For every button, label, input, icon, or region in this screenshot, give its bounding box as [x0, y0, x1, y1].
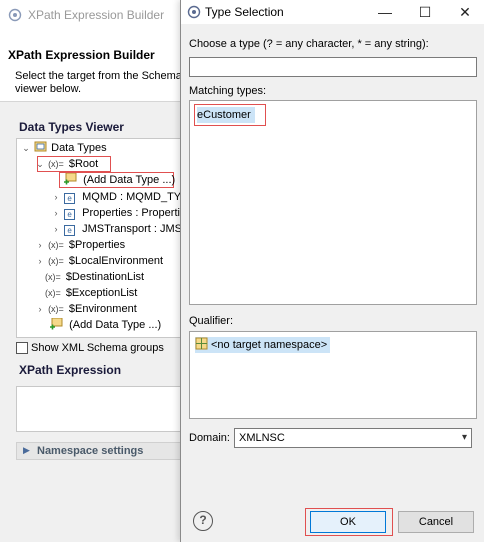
namespace-settings-label: Namespace settings	[37, 445, 144, 457]
chevron-right-icon[interactable]: ›	[35, 237, 45, 253]
add-data-type-icon	[64, 172, 77, 185]
chevron-right-icon[interactable]: ›	[51, 189, 61, 205]
domain-select[interactable]: XMLNSC ▾	[234, 428, 472, 448]
data-types-tree[interactable]: ⌄ Data Types ⌄ (x)= $Root (Add Data Type…	[16, 138, 190, 338]
minimize-button[interactable]: —	[365, 0, 405, 24]
filter-label: Choose a type (? = any character, * = an…	[189, 38, 429, 50]
builder-header-description: Select the target from the Schema viewer…	[15, 70, 182, 95]
chevron-right-icon[interactable]: ›	[35, 301, 45, 317]
variable-icon: (x)=	[48, 304, 64, 314]
maximize-button[interactable]: ☐	[405, 0, 445, 24]
domain-select-value: XMLNSC	[239, 432, 285, 444]
tree-node-local-environment[interactable]: › (x)= $LocalEnvironment	[35, 253, 164, 269]
chevron-right-icon[interactable]: ›	[51, 221, 61, 237]
variable-icon: (x)=	[45, 272, 61, 282]
xpath-expression-title: XPath Expression	[19, 363, 122, 377]
chevron-right-icon: ▶	[23, 445, 30, 455]
type-filter-input[interactable]	[189, 57, 477, 77]
xpath-expression-field[interactable]	[16, 386, 190, 432]
close-button[interactable]: ✕	[445, 0, 484, 24]
tree-node-properties[interactable]: › e Properties : Propertie	[51, 205, 186, 221]
tree-node-add-data-type-2[interactable]: (Add Data Type ...)	[49, 317, 161, 333]
tree-label: $ExceptionList	[65, 287, 138, 299]
list-item-no-target-namespace[interactable]: <no target namespace>	[195, 337, 331, 353]
show-xml-schema-groups-checkbox[interactable]	[16, 342, 28, 354]
dialog-titlebar[interactable]: Type Selection — ☐ ✕	[181, 0, 484, 24]
data-types-icon	[34, 141, 47, 152]
tree-label: Data Types	[51, 142, 107, 154]
element-icon: e	[64, 225, 76, 236]
tree-label: (Add Data Type ...)	[83, 174, 176, 186]
tree-node-data-types[interactable]: ⌄ Data Types	[21, 140, 107, 156]
tree-node-destination-list[interactable]: (x)= $DestinationList	[45, 269, 144, 285]
ok-button[interactable]: OK	[310, 511, 386, 533]
builder-header: XPath Expression Builder Select the targ…	[0, 30, 190, 102]
builder-header-title: XPath Expression Builder	[8, 48, 155, 62]
tree-label: $Root	[68, 158, 99, 170]
namespace-settings-toggle[interactable]: ▶ Namespace settings	[16, 442, 190, 460]
variable-icon: (x)=	[48, 256, 64, 266]
window-title: XPath Expression Builder	[28, 8, 165, 22]
dialog-title: Type Selection	[205, 5, 284, 19]
chevron-down-icon[interactable]: ⌄	[35, 156, 45, 172]
show-xml-schema-groups-label: Show XML Schema groups	[31, 342, 164, 354]
tree-label: $Environment	[68, 303, 137, 315]
chevron-down-icon[interactable]: ⌄	[21, 140, 31, 156]
matching-types-label: Matching types:	[189, 85, 267, 97]
namespace-icon	[195, 337, 208, 350]
tree-node-properties-var[interactable]: › (x)= $Properties	[35, 237, 126, 253]
matching-types-list[interactable]: eCustomer	[189, 100, 477, 305]
tree-label: MQMD : MQMD_TY	[82, 191, 182, 203]
qualifier-list[interactable]: <no target namespace>	[189, 331, 477, 419]
tree-node-environment[interactable]: › (x)= $Environment	[35, 301, 137, 317]
data-types-viewer-title: Data Types Viewer	[19, 120, 124, 134]
app-icon	[8, 8, 22, 22]
tree-node-mqmd[interactable]: › e MQMD : MQMD_TY	[51, 189, 181, 205]
tree-label: $LocalEnvironment	[68, 255, 164, 267]
chevron-right-icon[interactable]: ›	[35, 253, 45, 269]
tree-node-root[interactable]: ⌄ (x)= $Root	[35, 156, 98, 172]
variable-icon: (x)=	[48, 159, 64, 169]
xpath-builder-titlebar: XPath Expression Builder	[0, 0, 190, 30]
tree-label: (Add Data Type ...)	[69, 319, 162, 331]
domain-label: Domain:	[189, 432, 230, 444]
add-data-type-icon	[50, 317, 63, 330]
element-icon: e	[64, 193, 76, 204]
element-icon: e	[64, 209, 76, 220]
qualifier-label: Qualifier:	[189, 315, 234, 327]
xpath-builder-window: XPath Expression Builder XPath Expressio…	[0, 0, 190, 542]
tree-node-add-data-type[interactable]: (Add Data Type ...)	[63, 172, 175, 188]
app-icon	[187, 5, 201, 19]
variable-icon: (x)=	[48, 240, 64, 250]
tree-label: $Properties	[68, 239, 126, 251]
variable-icon: (x)=	[45, 288, 61, 298]
tree-label: JMSTransport : JMST	[82, 223, 189, 235]
help-icon[interactable]: ?	[193, 511, 213, 531]
cancel-button[interactable]: Cancel	[398, 511, 474, 533]
type-selection-dialog: Type Selection — ☐ ✕ Choose a type (? = …	[180, 0, 484, 542]
list-item-label: Customer	[203, 109, 251, 121]
list-item-customer[interactable]: eCustomer	[197, 107, 255, 123]
tree-label: $DestinationList	[65, 271, 145, 283]
chevron-down-icon: ▾	[461, 432, 467, 443]
chevron-right-icon[interactable]: ›	[51, 205, 61, 221]
list-item-label: <no target namespace>	[211, 339, 328, 351]
tree-label: Properties : Propertie	[82, 207, 187, 219]
tree-node-exception-list[interactable]: (x)= $ExceptionList	[45, 285, 137, 301]
tree-node-jmstransport[interactable]: › e JMSTransport : JMST	[51, 221, 189, 237]
